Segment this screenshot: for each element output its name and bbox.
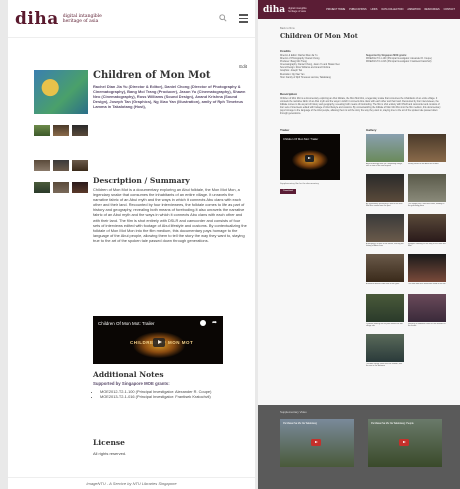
gallery-caption: A storyteller in front of the house, sha… xyxy=(366,243,404,248)
nav-item-animation[interactable]: ANIMATION xyxy=(407,8,420,11)
site-header: diha digital intangible heritage of asia xyxy=(8,0,255,38)
play-icon[interactable] xyxy=(305,155,314,162)
trailer-caption: Supplementary film for the documentary xyxy=(280,183,319,185)
gallery-thumbnail[interactable] xyxy=(72,182,88,193)
gallery-caption: A weather-beaten elder with a firm gaze xyxy=(366,283,400,285)
grant-list: MOE2012-T2-1-100 (Principal Investigator… xyxy=(100,389,248,399)
support-block: Supported by Singapore MOE grants: MOE20… xyxy=(366,55,442,64)
gallery-heading: Gallery xyxy=(366,128,377,132)
video-title: Children Of Mon Mot: Trailer xyxy=(283,137,319,141)
description-text: Children of Mon Mot is a documentary exp… xyxy=(93,187,247,243)
gallery-image[interactable]: The Abui village seen from the hillside,… xyxy=(366,334,404,367)
breadcrumb[interactable]: Back to films xyxy=(280,27,295,30)
gallery-image[interactable]: The Mon Mot Mon illustration used in the… xyxy=(408,254,446,285)
page-title: Children Of Mon Mot xyxy=(280,32,358,40)
description-heading: Description xyxy=(280,92,298,96)
credits-list: Director & Editor: Rachel Dian Jia Yu Di… xyxy=(280,55,362,80)
desktop-page: diha digital intangible heritage of asia… xyxy=(258,0,460,489)
site-logo[interactable]: diha xyxy=(263,5,285,15)
nav-item-links[interactable]: LINKS xyxy=(371,8,378,11)
video-title: Pa Mawai Sa Mu Na Takalotang xyxy=(283,422,317,425)
trailer-heading: Trailer xyxy=(280,128,290,132)
nav-item-resources[interactable]: RESOURCES xyxy=(424,8,439,11)
site-tagline: digital intangible heritage of asia xyxy=(288,6,307,13)
gallery-image[interactable]: A storyteller in front of the house, sha… xyxy=(366,214,404,247)
gallery-caption: The Mon Mot Mon illustration used in the… xyxy=(408,283,446,285)
gallery-caption: The village path, lined with trees, lead… xyxy=(408,203,445,208)
support-line: MOE2013-T2-1-016 (Principal Investigator… xyxy=(366,61,432,64)
credits-heading: Credits xyxy=(280,49,291,53)
gallery-thumbnail[interactable] xyxy=(72,125,88,136)
gallery-caption: Weaving a traditional cloth on the veran… xyxy=(408,323,446,328)
gallery-caption: Family home on the Abui hills of Alor xyxy=(408,163,439,165)
mobile-page: diha digital intangible heritage of asia… xyxy=(8,0,255,489)
supplementary-video[interactable]: Pa Mawai Sa Mu Na Takalotang xyxy=(280,419,354,467)
gallery-thumbnail[interactable] xyxy=(53,125,69,136)
hamburger-menu-icon[interactable] xyxy=(239,14,248,23)
gallery-thumbnail[interactable] xyxy=(34,182,50,193)
cover-image[interactable] xyxy=(34,70,88,114)
notes-heading: Additional Notes xyxy=(93,370,164,379)
gallery-thumbnail[interactable] xyxy=(53,160,69,171)
video-title: Children Of Mon Mot: Trailer xyxy=(98,321,155,326)
nav-item-publications[interactable]: PUBLICATIONS xyxy=(349,8,366,11)
license-text: All rights reserved. xyxy=(93,451,127,456)
gallery-caption: Villagers listening to the story of the … xyxy=(408,243,446,248)
gallery-caption: An interviewee recounting a tale of the … xyxy=(366,203,403,208)
description-heading: Description / Summary xyxy=(93,176,190,185)
gallery-image[interactable]: The village path, lined with trees, lead… xyxy=(408,174,446,207)
license-heading: License xyxy=(93,438,125,447)
gallery-thumbnail[interactable] xyxy=(34,125,50,136)
gallery-image[interactable]: A weather-beaten elder with a firm gaze xyxy=(366,254,404,285)
watch-later-icon[interactable] xyxy=(200,320,206,326)
play-icon[interactable] xyxy=(153,338,165,347)
gallery-caption: Children walking the hill path toward th… xyxy=(366,323,403,328)
list-item: MOE2013-T2-1-016 (Principal Investigator… xyxy=(100,394,248,399)
download-button[interactable]: Download xyxy=(280,189,296,194)
gallery-caption: Abui landscape near the Takalotang villa… xyxy=(366,163,403,168)
gallery-image[interactable]: Villagers listening to the story of the … xyxy=(408,214,446,247)
credit-line: Host: Family of Rph Timeteus Lamma, Taka… xyxy=(280,76,331,79)
thumbnail-row xyxy=(34,182,88,193)
credits-text: Rachel Dian Jia Yu (Director & Editor), … xyxy=(93,84,246,110)
nav-item-project-home[interactable]: PROJECT HOME xyxy=(326,8,345,11)
site-footer: ImageNTU - A Service by NTU Libraries Si… xyxy=(8,477,255,489)
search-icon[interactable] xyxy=(219,13,227,24)
video-title: Pa Mawai Sa Mu Na Takalotang: People xyxy=(371,422,414,425)
page-title: Children of Mon Mot xyxy=(93,70,211,81)
gallery-image[interactable]: Abui landscape near the Takalotang villa… xyxy=(366,134,404,167)
play-icon[interactable] xyxy=(399,439,409,446)
supplementary-video[interactable]: Pa Mawai Sa Mu Na Takalotang: People xyxy=(368,419,442,467)
thumbnail-row xyxy=(34,125,88,136)
play-icon[interactable] xyxy=(311,439,321,446)
gallery-image[interactable]: Children walking the hill path toward th… xyxy=(366,294,404,327)
notes-subheading: Supported by Singapore MOE grants: xyxy=(93,381,170,386)
share-icon[interactable]: ➦ xyxy=(212,319,217,326)
supplementary-section: Supplementary Video Pa Mawai Sa Mu Na Ta… xyxy=(258,405,460,489)
description-text: Children of Mon Mot is a documentary exp… xyxy=(280,98,441,116)
thumbnail-row xyxy=(34,160,88,171)
site-logo[interactable]: diha xyxy=(15,9,59,29)
nav-item-contact[interactable]: CONTACT xyxy=(444,8,455,11)
site-tagline: digital intangible heritage of asia xyxy=(62,13,102,24)
top-navbar: diha digital intangible heritage of asia… xyxy=(258,0,460,19)
nav-item-data-collection[interactable]: DATA COLLECTION xyxy=(382,8,404,11)
gallery-thumbnail[interactable] xyxy=(34,160,50,171)
gallery-image[interactable]: An interviewee recounting a tale of the … xyxy=(366,174,404,207)
gallery-image[interactable]: Weaving a traditional cloth on the veran… xyxy=(408,294,446,327)
gallery-caption: The Abui village seen from the hillside,… xyxy=(366,363,403,368)
gallery-image[interactable]: Family home on the Abui hills of Alor xyxy=(408,134,446,165)
edit-link[interactable]: Edit xyxy=(239,64,247,69)
gallery-grid: Abui landscape near the Takalotang villa… xyxy=(366,134,446,367)
gallery-thumbnail[interactable] xyxy=(53,182,69,193)
gallery-thumbnail[interactable] xyxy=(72,160,88,171)
nav-menu: PROJECT HOME PUBLICATIONS LINKS DATA COL… xyxy=(326,8,455,11)
supplementary-heading: Supplementary Video xyxy=(280,410,307,414)
trailer-video[interactable]: Children Of Mon Mot: Trailer ➦ CHILDREN … xyxy=(93,316,223,364)
trailer-video[interactable]: Children Of Mon Mot: Trailer xyxy=(280,134,340,180)
